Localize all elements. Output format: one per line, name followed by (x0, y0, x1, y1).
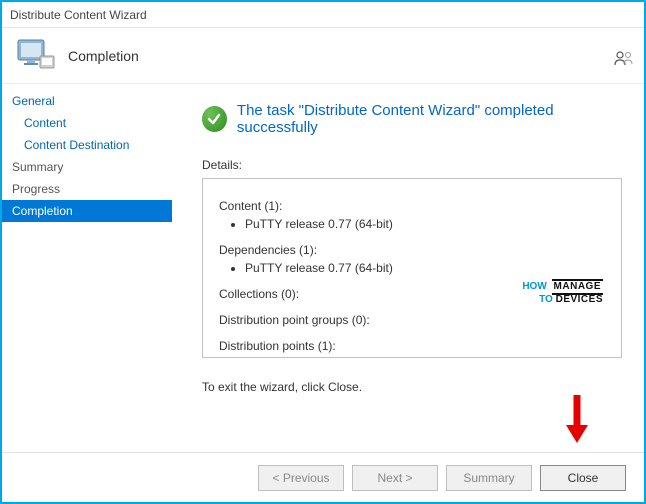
details-dependencies-title: Dependencies (1): (219, 241, 605, 259)
footer: < Previous Next > Summary Close (2, 452, 644, 502)
details-dp-item: CMMEMCM.MEMCM.COM (245, 355, 605, 358)
close-button[interactable]: Close (540, 465, 626, 491)
sidebar-item-progress[interactable]: Progress (2, 178, 172, 200)
success-check-icon (202, 106, 227, 132)
sidebar-item-completion[interactable]: Completion (2, 200, 172, 222)
sidebar-item-content-destination[interactable]: Content Destination (2, 134, 172, 156)
details-box: Content (1): PuTTY release 0.77 (64-bit)… (202, 178, 622, 358)
window-title: Distribute Content Wizard (10, 8, 147, 22)
page-title: Completion (68, 48, 139, 64)
titlebar: Distribute Content Wizard (2, 2, 644, 28)
summary-button: Summary (446, 465, 532, 491)
details-dpg-title: Distribution point groups (0): (219, 311, 605, 329)
previous-button: < Previous (258, 465, 344, 491)
content-pane: The task "Distribute Content Wizard" com… (172, 84, 644, 452)
details-content-item: PuTTY release 0.77 (64-bit) (245, 215, 605, 233)
sidebar-item-summary[interactable]: Summary (2, 156, 172, 178)
success-message: The task "Distribute Content Wizard" com… (237, 102, 622, 136)
next-button: Next > (352, 465, 438, 491)
details-dp-title: Distribution points (1): (219, 337, 605, 355)
wizard-window: Distribute Content Wizard Completion Gen… (0, 0, 646, 504)
details-content-title: Content (1): (219, 197, 605, 215)
success-row: The task "Distribute Content Wizard" com… (202, 102, 622, 136)
sidebar: General Content Content Destination Summ… (2, 84, 172, 452)
exit-instruction: To exit the wizard, click Close. (202, 380, 622, 394)
sidebar-item-content[interactable]: Content (2, 112, 172, 134)
sidebar-item-general[interactable]: General (2, 90, 172, 112)
header: Completion (2, 28, 644, 84)
details-dependencies-item: PuTTY release 0.77 (64-bit) (245, 259, 605, 277)
computer-monitor-icon (16, 38, 56, 74)
watermark: HOW MANAGE TO DEVICES (522, 279, 603, 305)
users-icon[interactable] (614, 50, 634, 69)
body: General Content Content Destination Summ… (2, 84, 644, 452)
details-label: Details: (202, 158, 622, 172)
